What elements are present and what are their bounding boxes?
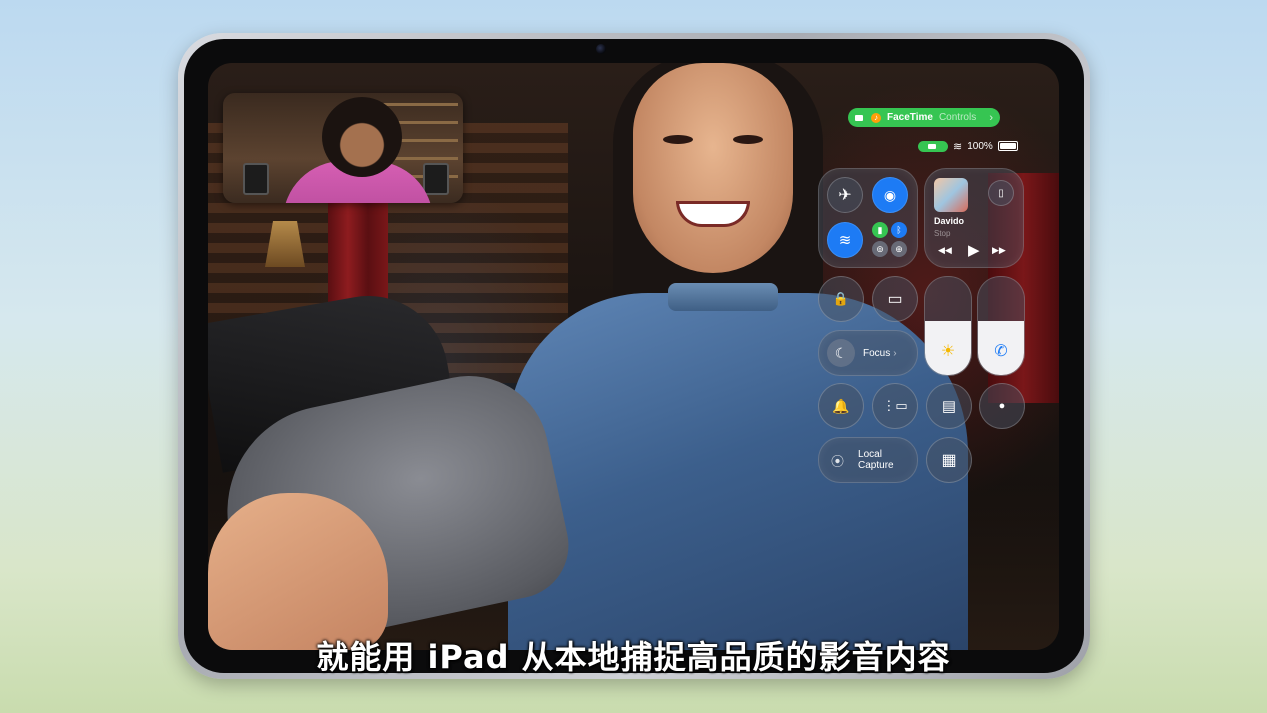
focus-button[interactable]: ☾ Focus › [818, 330, 918, 376]
previous-icon: ◀◀ [938, 245, 952, 255]
pip-speaker-left [243, 163, 269, 195]
chevron-icon: › [893, 347, 897, 359]
brightness-slider[interactable]: ☀ [924, 276, 972, 376]
status-bar: ≋ 100% [918, 139, 1018, 153]
local-capture-line2: Capture [858, 460, 894, 471]
now-playing-subtitle: Stop [934, 229, 951, 238]
wifi-icon: ≋ [838, 232, 852, 249]
battery-icon [997, 141, 1018, 151]
pip-speaker-right [423, 163, 449, 195]
pip-person-head [322, 97, 402, 177]
airplane-mode-button[interactable]: ✈ [827, 177, 863, 213]
caller-face [633, 63, 793, 273]
chevron-right-icon: › [989, 111, 993, 124]
personal-hotspot-button[interactable]: ⊕ [891, 241, 907, 257]
calculator-icon: ▦ [941, 452, 957, 469]
focus-label: Focus [863, 347, 891, 359]
audio-output-button[interactable]: ▯ [988, 180, 1014, 206]
previous-track-button[interactable]: ◀◀ [938, 245, 952, 256]
facetime-label: FaceTime [887, 112, 933, 123]
local-capture-line1: Local [858, 449, 882, 460]
video-subtitle-caption: 就能用 iPad 从本地捕捉高品质的影音内容 [316, 638, 951, 676]
album-artwork [934, 178, 968, 212]
waveform-record-icon: ⦿ [831, 453, 845, 469]
caller-choker [668, 283, 778, 311]
controls-label: Controls [938, 112, 977, 123]
facetime-pip-video[interactable] [223, 93, 463, 203]
cellular-icon: ▮ [877, 224, 883, 235]
phone-icon: ✆ [994, 343, 1008, 360]
play-button[interactable]: ▶ [968, 241, 980, 259]
video-camera-icon [855, 114, 863, 121]
airdrop-icon: ◉ [883, 186, 897, 203]
next-track-button[interactable]: ▶▶ [992, 245, 1006, 256]
note-add-icon: ▤ [941, 398, 957, 415]
silent-mode-button[interactable]: 🔔 [818, 383, 864, 429]
hotspot-icon: ⊕ [895, 243, 903, 254]
caller-eye-right [733, 135, 763, 144]
front-camera [596, 44, 606, 54]
caller-eye-left [663, 135, 693, 144]
screen-mirroring-button[interactable]: ▭ [872, 276, 918, 322]
screen-mirror-icon: ▭ [887, 291, 903, 308]
sun-icon: ☀ [940, 343, 956, 360]
record-icon: ● [998, 400, 1006, 412]
airplane-icon: ✈ [838, 187, 852, 204]
local-capture-label: Local Capture [858, 449, 894, 471]
now-playing-title: Davido [934, 216, 965, 226]
volume-slider[interactable]: ✆ [977, 276, 1025, 376]
facetime-controls-pill[interactable]: ♪ FaceTime Controls › [848, 108, 1000, 127]
next-icon: ▶▶ [992, 245, 1006, 255]
stage-manager-button[interactable]: ⋮▭ [872, 383, 918, 429]
remote-device-icon: ▯ [998, 187, 1004, 199]
wifi-button[interactable]: ≋ [827, 222, 863, 258]
bluetooth-button[interactable]: ᛒ [891, 222, 907, 238]
bluetooth-icon: ᛒ [896, 225, 902, 235]
link-icon: ⊚ [876, 243, 884, 254]
cellular-data-button[interactable]: ▮ [872, 222, 888, 238]
screen-recording-button[interactable]: ● [979, 383, 1025, 429]
quick-note-button[interactable]: ▤ [926, 383, 972, 429]
play-icon: ▶ [968, 242, 980, 259]
local-capture-button[interactable]: ⦿ Local Capture [818, 437, 918, 483]
airdrop-button[interactable]: ◉ [872, 177, 908, 213]
camera-in-use-indicator [918, 140, 948, 152]
battery-percent: 100% [967, 140, 993, 152]
lock-icon: 🔒 [832, 291, 850, 306]
connection-link-button[interactable]: ⊚ [872, 241, 888, 257]
moon-icon: ☾ [827, 339, 855, 367]
microphone-icon: ♪ [871, 112, 881, 123]
wifi-status-icon: ≋ [953, 140, 963, 153]
calculator-button[interactable]: ▦ [926, 437, 972, 483]
stage-manager-icon: ⋮▭ [882, 398, 908, 413]
bell-icon: 🔔 [832, 397, 850, 414]
orientation-lock-button[interactable]: 🔒 [818, 276, 864, 322]
